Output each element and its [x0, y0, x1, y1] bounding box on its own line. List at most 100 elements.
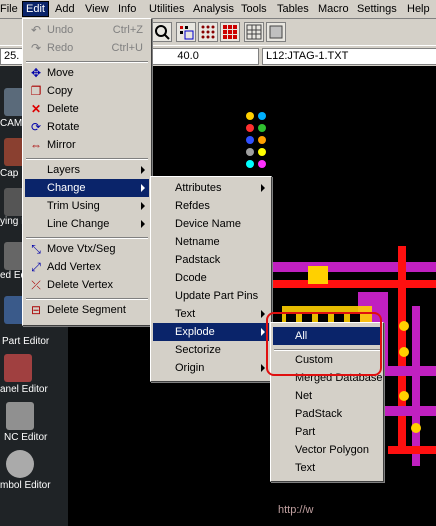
submenu-arrow-icon — [261, 328, 265, 336]
symbol-editor-icon[interactable] — [6, 450, 34, 478]
copy-label: Copy — [47, 85, 73, 97]
update-part-pins-label: Update Part Pins — [175, 290, 259, 302]
change-submenu: Attributes Refdes Device Name Netname Pa… — [150, 176, 272, 382]
menu-item-origin[interactable]: Origin — [153, 359, 269, 377]
menu-item-layers[interactable]: Layers — [25, 161, 149, 179]
trim-using-label: Trim Using — [47, 200, 100, 212]
zoom-icon[interactable] — [152, 22, 172, 42]
undo-icon: ↶ — [30, 23, 42, 37]
grid-snap-icon[interactable] — [176, 22, 196, 42]
menu-item-mirror[interactable]: ⇔ Mirror — [25, 136, 149, 154]
separator — [26, 158, 148, 160]
grid-dots-icon[interactable] — [198, 22, 218, 42]
menu-item-dcode[interactable]: Dcode — [153, 269, 269, 287]
menu-item-explode[interactable]: Explode — [153, 323, 269, 341]
menu-item-net[interactable]: Net — [273, 387, 381, 405]
change-label: Change — [47, 182, 86, 194]
submenu-arrow-icon — [141, 184, 145, 192]
menu-item-vector-polygon[interactable]: Vector Polygon — [273, 441, 381, 459]
part-label: Part — [295, 426, 316, 438]
menu-item-text-explode[interactable]: Text — [273, 459, 381, 477]
delete-icon: ✕ — [30, 102, 42, 116]
delete-label: Delete — [47, 103, 79, 115]
move-vtx-label: Move Vtx/Seg — [47, 243, 116, 255]
menu-item-move-vtx[interactable]: ⤡ Move Vtx/Seg — [25, 240, 149, 258]
undo-label: Undo — [47, 24, 74, 36]
menu-view[interactable]: View — [85, 2, 109, 16]
menu-item-undo: ↶ Undo Ctrl+Z — [25, 21, 149, 39]
redo-icon: ↷ — [30, 41, 42, 55]
menu-item-attributes[interactable]: Attributes — [153, 179, 269, 197]
layers-label: Layers — [47, 164, 81, 176]
menu-settings[interactable]: Settings — [357, 2, 397, 16]
menu-item-copy[interactable]: ❐ Copy — [25, 82, 149, 100]
menu-item-delete-vertex[interactable]: ⤫ Delete Vertex — [25, 276, 149, 294]
tool-label-part-editor: Part Editor — [2, 336, 50, 347]
menu-item-device-name[interactable]: Device Name — [153, 215, 269, 233]
layer-file-field[interactable]: L12:JTAG-1.TXT — [262, 48, 436, 65]
tool-label-panel-editor: anel Editor — [0, 384, 48, 395]
coord-field[interactable]: 25. — [0, 48, 23, 65]
menu-item-padstack-explode[interactable]: PadStack — [273, 405, 381, 423]
add-vertex-label: Add Vertex — [47, 261, 101, 273]
menu-item-netname[interactable]: Netname — [153, 233, 269, 251]
nc-editor-icon[interactable] — [6, 402, 34, 430]
annotation-highlight — [266, 312, 382, 376]
submenu-arrow-icon — [141, 166, 145, 174]
layer-color-dots — [246, 112, 266, 168]
submenu-arrow-icon — [261, 184, 265, 192]
menu-help[interactable]: Help — [407, 2, 430, 16]
move-icon: ✥ — [30, 66, 42, 80]
menu-analysis[interactable]: Analysis — [193, 2, 234, 16]
grid-fill-icon[interactable] — [220, 22, 240, 42]
edit-menu: ↶ Undo Ctrl+Z ↷ Redo Ctrl+U ✥ Move ❐ Cop… — [22, 18, 152, 326]
menu-item-delete[interactable]: ✕ Delete — [25, 100, 149, 118]
menu-macro[interactable]: Macro — [318, 2, 349, 16]
menu-utilities[interactable]: Utilities — [149, 2, 184, 16]
delete-segment-icon: ⊟ — [30, 303, 42, 317]
menu-item-add-vertex[interactable]: ⤢ Add Vertex — [25, 258, 149, 276]
move-label: Move — [47, 67, 74, 79]
value-field-text: 40.0 — [177, 50, 199, 62]
menu-tools[interactable]: Tools — [241, 2, 267, 16]
redo-shortcut: Ctrl+U — [111, 42, 143, 54]
menu-add[interactable]: Add — [55, 2, 75, 16]
menu-item-sectorize[interactable]: Sectorize — [153, 341, 269, 359]
separator — [26, 237, 148, 239]
menu-item-change[interactable]: Change — [25, 179, 149, 197]
menu-item-refdes[interactable]: Refdes — [153, 197, 269, 215]
menu-info[interactable]: Info — [118, 2, 136, 16]
menu-item-part[interactable]: Part — [273, 423, 381, 441]
value-field[interactable]: 40.0 — [152, 48, 259, 65]
add-vertex-icon: ⤢ — [31, 260, 41, 274]
submenu-arrow-icon — [261, 310, 265, 318]
menu-edit[interactable]: Edit — [22, 1, 49, 17]
mirror-label: Mirror — [47, 139, 76, 151]
menu-item-rotate[interactable]: ⟳ Rotate — [25, 118, 149, 136]
menu-item-move[interactable]: ✥ Move — [25, 64, 149, 82]
panel-editor-icon[interactable] — [4, 354, 32, 382]
menu-item-delete-segment[interactable]: ⊟ Delete Segment — [25, 301, 149, 319]
menu-item-trim-using[interactable]: Trim Using — [25, 197, 149, 215]
submenu-arrow-icon — [141, 202, 145, 210]
sectorize-label: Sectorize — [175, 344, 221, 356]
layer-icon[interactable] — [266, 22, 286, 42]
submenu-arrow-icon — [261, 364, 265, 372]
net-label: Net — [295, 390, 313, 402]
menu-item-line-change[interactable]: Line Change — [25, 215, 149, 233]
separator — [26, 61, 148, 63]
menu-tables[interactable]: Tables — [277, 2, 309, 16]
menu-file[interactable]: File — [0, 2, 18, 16]
explode-label: Explode — [175, 326, 215, 338]
delete-vertex-icon: ⤫ — [31, 278, 41, 292]
rotate-label: Rotate — [47, 121, 80, 133]
menu-item-text[interactable]: Text — [153, 305, 269, 323]
submenu-arrow-icon — [141, 220, 145, 228]
menu-item-update-part-pins[interactable]: Update Part Pins — [153, 287, 269, 305]
netname-label: Netname — [175, 236, 220, 248]
menu-item-padstack[interactable]: Padstack — [153, 251, 269, 269]
menu-bar: File Edit Add View Info Utilities Analys… — [0, 0, 436, 19]
delete-segment-label: Delete Segment — [47, 304, 126, 316]
tool-label-symbol-editor: mbol Editor — [0, 480, 51, 491]
grid-outline-icon[interactable] — [244, 22, 264, 42]
